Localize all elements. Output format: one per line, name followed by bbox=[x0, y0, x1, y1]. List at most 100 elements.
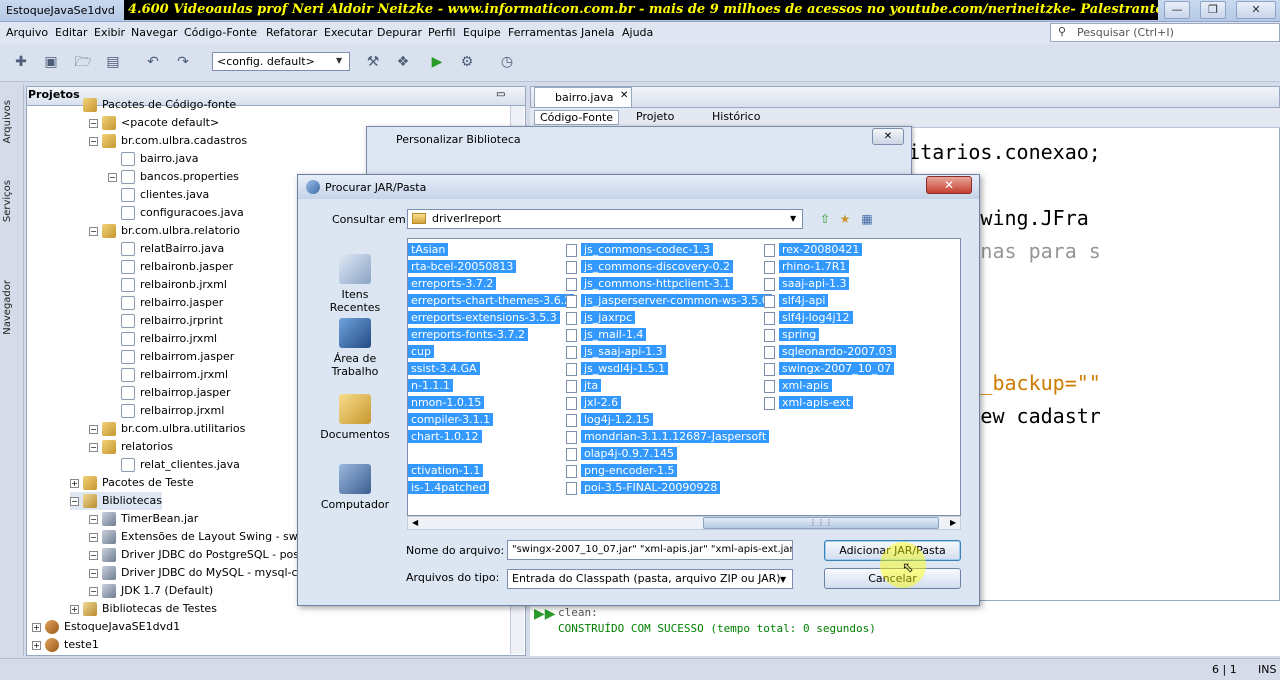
file-item[interactable]: is-1.4patched bbox=[408, 479, 574, 496]
menu-item[interactable]: Perfil bbox=[428, 26, 456, 39]
file-item[interactable]: js_saaj-api-1.3 bbox=[566, 343, 772, 360]
tree-item[interactable]: bairro.java bbox=[108, 150, 198, 168]
file-item[interactable]: cup bbox=[408, 343, 574, 360]
file-item[interactable]: tAsian bbox=[408, 241, 574, 258]
expand-toggle-icon[interactable]: − bbox=[89, 118, 98, 128]
menu-item[interactable]: Executar bbox=[324, 26, 373, 39]
tree-item[interactable]: relbairrom.jrxml bbox=[108, 366, 228, 384]
side-tab-arquivos[interactable]: Arquivos bbox=[2, 100, 22, 144]
expand-toggle-icon[interactable]: + bbox=[70, 478, 79, 488]
file-item[interactable]: sqleonardo-2007.03 bbox=[764, 343, 896, 360]
expand-toggle-icon[interactable]: − bbox=[89, 514, 98, 524]
menu-item[interactable]: Depurar bbox=[377, 26, 422, 39]
expand-toggle-icon[interactable]: + bbox=[70, 604, 79, 614]
tree-item[interactable]: + EstoqueJavaSE1dvd1 bbox=[32, 618, 180, 636]
file-item[interactable] bbox=[408, 445, 574, 462]
dialog-close-button[interactable]: ✕ bbox=[926, 176, 972, 194]
build-hammer-icon[interactable]: ⚒ bbox=[362, 52, 384, 72]
scroll-right-icon[interactable]: ▶ bbox=[950, 518, 956, 527]
menu-item[interactable]: Ajuda bbox=[622, 26, 653, 39]
new-file-icon[interactable]: ▣ bbox=[40, 52, 62, 72]
tree-item[interactable]: − bancos.properties bbox=[108, 168, 239, 186]
tree-item[interactable]: relbairro.jasper bbox=[108, 294, 223, 312]
file-item[interactable]: compiler-3.1.1 bbox=[408, 411, 574, 428]
tree-item[interactable]: + Bibliotecas de Testes bbox=[70, 600, 217, 618]
maximize-button[interactable]: ❐ bbox=[1200, 1, 1226, 19]
place-recent[interactable]: Itens Recentes bbox=[315, 254, 395, 314]
file-item[interactable]: poi-3.5-FINAL-20090928 bbox=[566, 479, 772, 496]
file-item[interactable]: mondrian-3.1.1.12687-Jaspersoft bbox=[566, 428, 772, 445]
file-item[interactable]: saaj-api-1.3 bbox=[764, 275, 896, 292]
scroll-thumb[interactable]: ⋮⋮⋮ bbox=[703, 517, 939, 529]
file-item[interactable]: erreports-3.7.2 bbox=[408, 275, 574, 292]
subtab-design[interactable]: Projeto bbox=[636, 110, 674, 123]
file-item[interactable]: erreports-fonts-3.7.2 bbox=[408, 326, 574, 343]
tree-item[interactable]: relbairrop.jasper bbox=[108, 384, 231, 402]
expand-toggle-icon[interactable]: − bbox=[89, 532, 98, 542]
new-project-icon[interactable]: ✚ bbox=[10, 52, 32, 72]
file-item[interactable]: rex-20080421 bbox=[764, 241, 896, 258]
file-item[interactable]: xml-apis-ext bbox=[764, 394, 896, 411]
menu-item[interactable]: Código-Fonte bbox=[184, 26, 257, 39]
save-all-icon[interactable]: ▤ bbox=[102, 52, 124, 72]
tree-item[interactable]: − br.com.ulbra.relatorio bbox=[89, 222, 240, 240]
tree-item[interactable]: relbairrom.jasper bbox=[108, 348, 234, 366]
clean-build-icon[interactable]: ❖ bbox=[392, 52, 414, 72]
file-item[interactable]: chart-1.0.12 bbox=[408, 428, 574, 445]
subtab-history[interactable]: Histórico bbox=[712, 110, 760, 123]
file-item[interactable]: ssist-3.4.GA bbox=[408, 360, 574, 377]
lookin-combo[interactable]: driverIreport bbox=[407, 209, 803, 229]
side-tab-servicos[interactable]: Serviços bbox=[2, 180, 22, 222]
customize-library-close-button[interactable]: ✕ bbox=[872, 128, 904, 145]
minimize-button[interactable]: — bbox=[1164, 1, 1190, 19]
redo-icon[interactable]: ↷ bbox=[172, 52, 194, 72]
expand-toggle-icon[interactable]: − bbox=[89, 586, 98, 596]
file-item[interactable]: olap4j-0.9.7.145 bbox=[566, 445, 772, 462]
profile-icon[interactable]: ◷ bbox=[496, 52, 518, 72]
file-item[interactable]: js_commons-codec-1.3 bbox=[566, 241, 772, 258]
expand-toggle-icon[interactable]: − bbox=[89, 442, 98, 452]
filename-input[interactable]: "swingx-2007_10_07.jar" "xml-apis.jar" "… bbox=[507, 540, 793, 560]
file-item[interactable]: jxl-2.6 bbox=[566, 394, 772, 411]
expand-toggle-icon[interactable]: − bbox=[89, 568, 98, 578]
search-input[interactable]: Pesquisar (Ctrl+I) bbox=[1050, 23, 1280, 42]
tree-item[interactable]: − Bibliotecas bbox=[70, 492, 163, 510]
file-item[interactable]: nmon-1.0.15 bbox=[408, 394, 574, 411]
filetype-select[interactable]: Entrada do Classpath (pasta, arquivo ZIP… bbox=[507, 569, 793, 589]
file-item[interactable]: rta-bcel-20050813 bbox=[408, 258, 574, 275]
menu-item[interactable]: Exibir bbox=[94, 26, 125, 39]
file-item[interactable]: log4j-1.2.15 bbox=[566, 411, 772, 428]
file-item[interactable]: jta bbox=[566, 377, 772, 394]
tree-item[interactable]: + teste1 bbox=[32, 636, 99, 654]
side-tab-navegador[interactable]: Navegador bbox=[2, 280, 22, 335]
menu-item[interactable]: Refatorar bbox=[266, 26, 317, 39]
expand-toggle-icon[interactable]: + bbox=[32, 622, 41, 632]
scroll-left-icon[interactable]: ◀ bbox=[412, 518, 418, 527]
file-item[interactable]: js_wsdl4j-1.5.1 bbox=[566, 360, 772, 377]
file-item[interactable]: xml-apis bbox=[764, 377, 896, 394]
new-folder-icon[interactable]: ★ bbox=[836, 211, 854, 227]
menu-item[interactable]: Arquivo bbox=[6, 26, 48, 39]
run-icon[interactable]: ▶ bbox=[426, 52, 448, 72]
tree-item[interactable]: − <pacote default> bbox=[89, 114, 219, 132]
expand-toggle-icon[interactable]: − bbox=[89, 226, 98, 236]
file-item[interactable]: slf4j-log4j12 bbox=[764, 309, 896, 326]
config-select[interactable]: <config. default> bbox=[212, 52, 350, 71]
tree-item[interactable]: relbaironb.jrxml bbox=[108, 276, 227, 294]
up-folder-icon[interactable]: ⇧ bbox=[816, 211, 834, 227]
tree-item[interactable]: relbaironb.jasper bbox=[108, 258, 233, 276]
tree-item[interactable]: relat_clientes.java bbox=[108, 456, 240, 474]
file-item[interactable]: ctivation-1.1 bbox=[408, 462, 574, 479]
file-list[interactable]: tAsian rta-bcel-20050813 erreports-3.7.2 er… bbox=[407, 238, 961, 516]
debug-icon[interactable]: ⚙ bbox=[456, 52, 478, 72]
file-item[interactable]: js_mail-1.4 bbox=[566, 326, 772, 343]
tree-item[interactable]: − relatorios bbox=[89, 438, 173, 456]
tree-item[interactable]: relbairrop.jrxml bbox=[108, 402, 224, 420]
tree-item[interactable]: Pacotes de Código-fonte bbox=[70, 96, 236, 114]
editor-tab-bairro[interactable]: bairro.java bbox=[534, 87, 632, 107]
menu-item[interactable]: Editar bbox=[55, 26, 88, 39]
tree-item[interactable]: clientes.java bbox=[108, 186, 209, 204]
undo-icon[interactable]: ↶ bbox=[142, 52, 164, 72]
file-item[interactable]: erreports-chart-themes-3.6.2 bbox=[408, 292, 575, 309]
place-computer[interactable]: Computador bbox=[315, 464, 395, 511]
